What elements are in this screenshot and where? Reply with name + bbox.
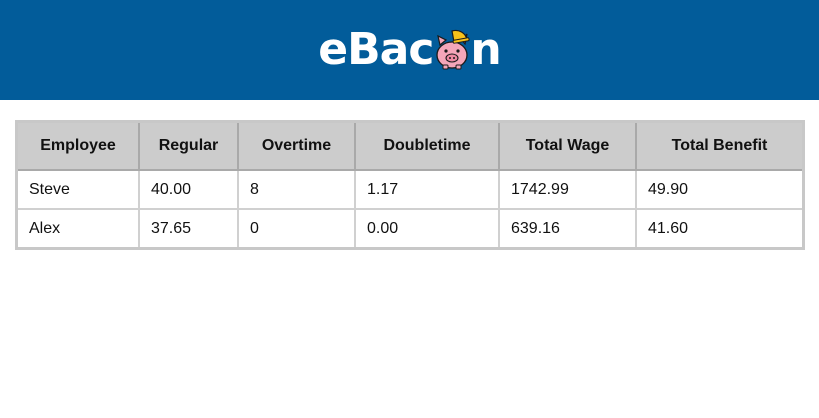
cell-overtime: 0 (237, 208, 356, 250)
column-header-doubletime: Doubletime (354, 120, 500, 171)
cell-doubletime: 0.00 (354, 208, 500, 250)
payroll-table: Employee Regular Overtime Doubletime Tot… (15, 120, 805, 250)
cell-overtime: 8 (237, 169, 356, 210)
logo-text-right: n (470, 24, 501, 75)
cell-doubletime: 1.17 (354, 169, 500, 210)
column-header-employee: Employee (15, 120, 140, 171)
cell-employee: Steve (15, 169, 140, 210)
column-header-total-benefit: Total Benefit (635, 120, 805, 171)
cell-total-wage: 1742.99 (498, 169, 637, 210)
column-header-total-wage: Total Wage (498, 120, 637, 171)
cell-regular: 40.00 (138, 169, 239, 210)
table-header-row: Employee Regular Overtime Doubletime Tot… (15, 120, 805, 171)
logo-text-left: eBac (318, 24, 434, 75)
cell-regular: 37.65 (138, 208, 239, 250)
cell-total-benefit: 41.60 (635, 208, 805, 250)
table-row: Steve 40.00 8 1.17 1742.99 49.90 (15, 169, 805, 210)
column-header-overtime: Overtime (237, 120, 356, 171)
piggy-bank-hardhat-icon (434, 27, 470, 71)
table-row: Alex 37.65 0 0.00 639.16 41.60 (15, 208, 805, 250)
cell-total-benefit: 49.90 (635, 169, 805, 210)
cell-total-wage: 639.16 (498, 208, 637, 250)
site-header: eBac n (0, 0, 819, 100)
main-content: Employee Regular Overtime Doubletime Tot… (15, 120, 805, 250)
ebacon-logo[interactable]: eBac n (318, 20, 501, 80)
cell-employee: Alex (15, 208, 140, 250)
column-header-regular: Regular (138, 120, 239, 171)
